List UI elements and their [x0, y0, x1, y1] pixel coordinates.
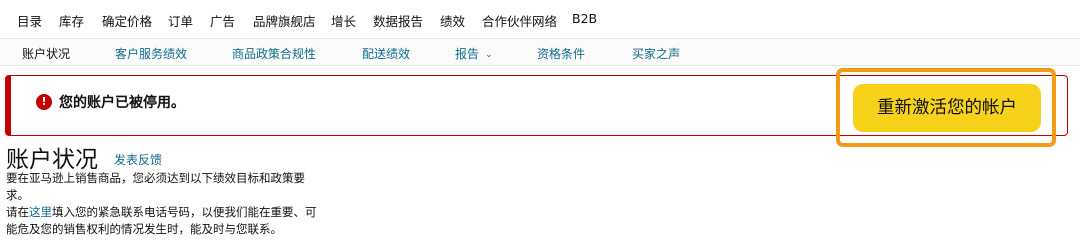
- page-title: 账户状况: [6, 147, 98, 173]
- exclamation-circle-icon: !: [36, 94, 52, 110]
- nav-advertising[interactable]: 广告: [210, 11, 235, 30]
- tab-account-health[interactable]: 账户状况: [22, 45, 70, 62]
- tab-eligibility[interactable]: 资格条件: [537, 45, 585, 62]
- reactivate-account-button[interactable]: 重新激活您的帐户: [853, 84, 1041, 132]
- here-link[interactable]: 这里: [29, 205, 52, 219]
- sub-navigation: 账户状况 客户服务绩效 商品政策合规性 配送绩效 报告 ⌄ 资格条件 买家之声: [0, 38, 1080, 66]
- top-navigation: 目录 库存 确定价格 订单 广告 品牌旗舰店 增长 数据报告 绩效 合作伙伴网络…: [0, 0, 1080, 38]
- contact-text-line1: 请在这里填入您的紧急联系电话号码，以便我们能在重要、可: [6, 204, 317, 221]
- nav-b2b[interactable]: B2B: [572, 11, 597, 26]
- tab-shipping-performance[interactable]: 配送绩效: [362, 45, 410, 62]
- contact-text-line2: 能危及您的销售权利的情况发生时，能及时与您联系。: [6, 222, 282, 236]
- tab-customer-service-performance[interactable]: 客户服务绩效: [115, 45, 187, 62]
- tab-reports[interactable]: 报告 ⌄: [455, 45, 493, 62]
- contact-text-prefix: 请在: [6, 205, 29, 219]
- tab-product-policy-compliance[interactable]: 商品政策合规性: [232, 45, 316, 62]
- chevron-down-icon: ⌄: [485, 50, 493, 60]
- nav-inventory[interactable]: 库存: [59, 11, 84, 30]
- nav-pricing[interactable]: 确定价格: [102, 11, 152, 30]
- alert-message: 您的账户已被停用。: [59, 95, 185, 111]
- nav-growth[interactable]: 增长: [331, 11, 356, 30]
- tab-voice-of-customer[interactable]: 买家之声: [632, 45, 680, 62]
- nav-brand-stores[interactable]: 品牌旗舰店: [253, 11, 316, 30]
- nav-partner-network[interactable]: 合作伙伴网络: [482, 11, 557, 30]
- nav-reports[interactable]: 数据报告: [373, 11, 423, 30]
- nav-performance[interactable]: 绩效: [440, 11, 465, 30]
- tab-reports-label: 报告: [455, 47, 480, 61]
- nav-catalog[interactable]: 目录: [17, 11, 42, 30]
- contact-text-rest: 填入您的紧急联系电话号码，以便我们能在重要、可: [52, 205, 317, 219]
- nav-orders[interactable]: 订单: [168, 11, 193, 30]
- requirements-text-line2: 求。: [6, 188, 29, 202]
- feedback-link[interactable]: 发表反馈: [114, 151, 162, 168]
- requirements-text-line1: 要在亚马逊上销售商品，您必须达到以下绩效目标和政策要: [6, 171, 305, 185]
